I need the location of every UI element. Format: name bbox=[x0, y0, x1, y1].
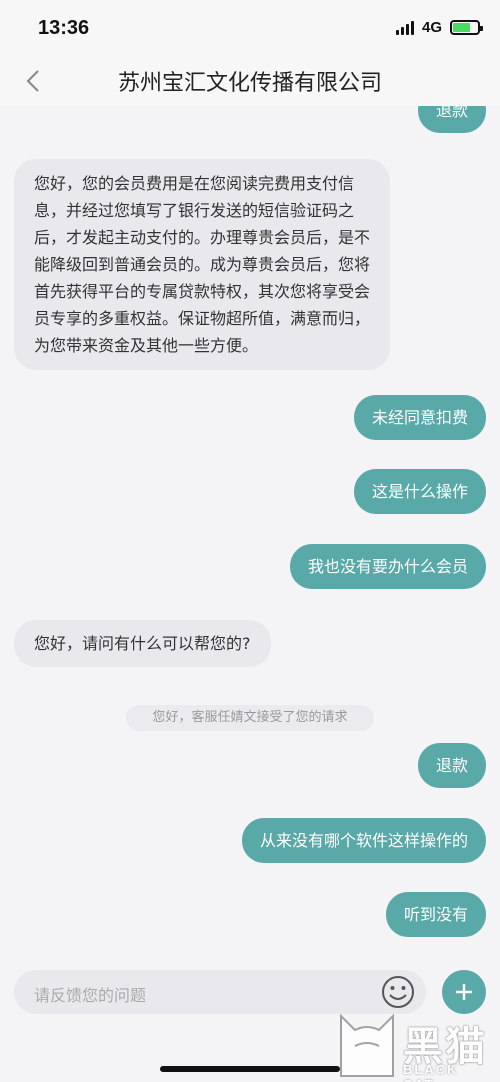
page-title: 苏州宝汇文化传播有限公司 bbox=[117, 71, 382, 96]
watermark-subtext: BLACK CAT bbox=[403, 1062, 459, 1082]
message-incoming: 您好，您的会员费用是在您阅读完费用支付信息，并经过您填写了银行发送的短信验证码之… bbox=[14, 159, 390, 370]
home-indicator[interactable] bbox=[160, 1066, 340, 1072]
battery-charging-icon bbox=[450, 20, 483, 35]
system-note: 您好，客服任婧文接受了您的请求 bbox=[126, 705, 374, 731]
feedback-input[interactable]: 请反馈您的问题 bbox=[14, 970, 426, 1014]
add-button[interactable] bbox=[442, 970, 486, 1014]
message-outgoing: 我也没有要办什么会员 bbox=[289, 544, 486, 589]
network-type: 4G bbox=[421, 19, 442, 36]
message-incoming: 您好，请问有什么可以帮您的? bbox=[14, 620, 271, 667]
status-bar: 13:36 4G bbox=[0, 0, 500, 58]
message-outgoing: 退款 bbox=[417, 743, 486, 788]
message-outgoing: 退款 bbox=[417, 106, 486, 133]
input-placeholder: 请反馈您的问题 bbox=[34, 986, 147, 1005]
emoji-button[interactable] bbox=[380, 974, 416, 1010]
signal-icon bbox=[395, 20, 414, 35]
plus-icon bbox=[456, 984, 472, 1000]
status-indicators: 4G bbox=[395, 19, 483, 36]
message-outgoing: 这是什么操作 bbox=[353, 469, 486, 514]
nav-bar: 苏州宝汇文化传播有限公司 bbox=[0, 58, 500, 106]
watermark: 黑猫 BLACK CAT bbox=[335, 1010, 495, 1082]
emoji-icon bbox=[382, 976, 414, 1008]
status-time: 13:36 bbox=[38, 17, 90, 39]
message-outgoing: 未经同意扣费 bbox=[353, 395, 486, 440]
cat-logo-icon bbox=[340, 1013, 394, 1077]
chat-area[interactable]: 退款 您好，您的会员费用是在您阅读完费用支付信息，并经过您填写了银行发送的短信验… bbox=[0, 106, 500, 958]
message-outgoing: 从来没有哪个软件这样操作的 bbox=[241, 818, 486, 863]
message-outgoing: 听到没有 bbox=[385, 892, 486, 937]
